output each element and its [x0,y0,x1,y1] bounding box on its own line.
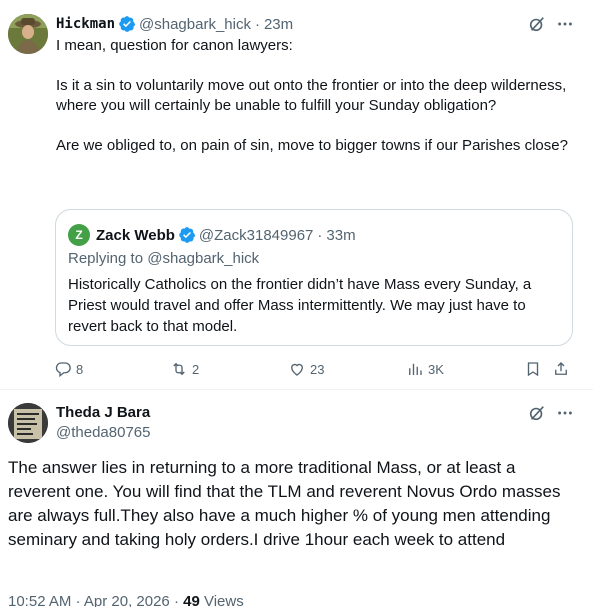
like-button[interactable]: 23 [288,358,324,380]
author-handle[interactable]: @theda80765 [56,423,150,443]
tweet-paragraph: I mean, question for canon lawyers: [56,37,293,54]
timestamp[interactable]: 23m [264,16,293,33]
author-name[interactable]: Theda J Bara [56,403,150,423]
replying-to-label: Replying to [68,250,144,267]
tweet-actions: 8 2 23 3K [54,358,579,380]
quoted-tweet-text: Historically Catholics on the frontier d… [68,276,532,335]
views-button[interactable]: 3K [406,358,444,380]
avatar[interactable] [8,403,48,443]
timestamp[interactable]: 33m [326,227,355,244]
post-timestamp[interactable]: 10:52 AM · Apr 20, 2026 · [8,593,183,607]
tweet-header: Hickman @shagbark_hick · 23m [56,14,293,34]
views-count: 3K [428,361,444,377]
repost-button[interactable]: 2 [170,358,199,380]
views-icon [409,363,422,375]
tweet-paragraph: Is it a sin to voluntarily move out onto… [56,77,571,114]
quoted-tweet-header: Zack Webb @Zack31849967 · 33m [96,224,356,246]
more-options-icon[interactable] [556,404,574,422]
quoted-tweet[interactable]: Z Zack Webb @Zack31849967 · 33m Replying… [55,209,573,346]
repost-count: 2 [192,361,200,377]
replying-to: Replying to @shagbark_hick [68,250,259,267]
reply-text: The answer lies in returning to a more t… [8,458,561,549]
bookmark-button[interactable] [524,358,546,380]
author-name[interactable]: Zack Webb [96,227,175,244]
replying-to-handle[interactable]: @shagbark_hick [147,250,259,267]
more-options-icon[interactable] [556,15,574,33]
tweet-primary[interactable]: Hickman @shagbark_hick · 23m I mean, que… [0,0,593,390]
tweet-text: I mean, question for canon lawyers: Is i… [56,36,576,156]
reply-count: 8 [76,361,84,377]
author-handle[interactable]: @Zack31849967 [199,227,313,244]
separator-dot: · [317,226,323,244]
post-metadata: 10:52 AM · Apr 20, 2026 · 49 Views [8,593,244,607]
repost-icon [173,362,185,376]
tweet-paragraph: Are we obliged to, on pain of sin, move … [56,137,568,154]
like-count: 23 [310,361,325,377]
verified-badge-icon [118,15,136,33]
reply-icon [55,362,71,378]
avatar[interactable] [8,14,48,54]
views-count: 49 [183,593,200,607]
reply-button[interactable]: 8 [54,358,83,380]
author-handle[interactable]: @shagbark_hick [139,16,251,33]
grok-icon[interactable] [528,404,546,422]
grok-icon[interactable] [528,15,546,33]
reply-header: Theda J Bara @theda80765 [56,403,150,443]
views-label: Views [199,593,244,607]
avatar[interactable]: Z [68,224,90,246]
separator-dot: · [254,15,260,33]
author-name[interactable]: Hickman [56,16,115,32]
heart-icon [291,363,303,376]
bookmark-icon [527,362,539,377]
share-button[interactable] [552,358,574,380]
verified-badge-icon [178,226,196,244]
share-icon [555,362,567,375]
